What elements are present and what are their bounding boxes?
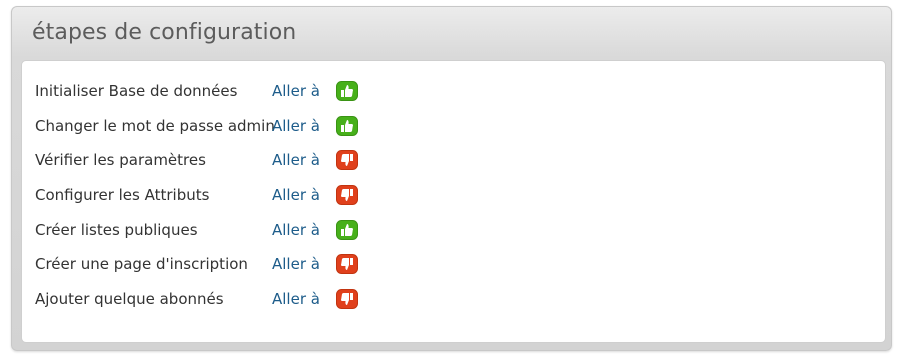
step-row: Ajouter quelque abonnés Aller à (35, 282, 358, 317)
go-to-link[interactable]: Aller à (272, 82, 336, 100)
go-to-link[interactable]: Aller à (272, 255, 336, 273)
thumbs-down-icon (336, 254, 358, 275)
steps-list: Initialiser Base de données Aller à Chan… (35, 74, 358, 316)
thumbs-up-icon (336, 219, 358, 240)
step-label: Initialiser Base de données (35, 82, 238, 101)
step-label: Ajouter quelque abonnés (35, 289, 224, 308)
step-row: Vérifier les paramètres Aller à (35, 143, 358, 178)
step-row: Configurer les Attributs Aller à (35, 178, 358, 213)
step-label: Changer le mot de passe admin (35, 116, 275, 135)
thumbs-down-icon (336, 150, 358, 171)
thumbs-up-icon (336, 81, 358, 102)
go-to-link[interactable]: Aller à (272, 117, 336, 135)
thumbs-up-icon (336, 115, 358, 136)
go-to-link[interactable]: Aller à (272, 186, 336, 204)
thumbs-down-icon (336, 185, 358, 206)
step-row: Créer une page d'inscription Aller à (35, 247, 358, 282)
thumbs-down-icon (336, 288, 358, 309)
step-row: Changer le mot de passe admin Aller à (35, 109, 358, 144)
step-row: Initialiser Base de données Aller à (35, 74, 358, 109)
panel-body: Initialiser Base de données Aller à Chan… (21, 60, 886, 343)
configuration-steps-panel: étapes de configuration Initialiser Base… (11, 6, 892, 351)
step-label: Créer listes publiques (35, 220, 198, 239)
go-to-link[interactable]: Aller à (272, 290, 336, 308)
step-label: Créer une page d'inscription (35, 255, 248, 274)
step-row: Créer listes publiques Aller à (35, 212, 358, 247)
step-label: Configurer les Attributs (35, 186, 210, 205)
panel-title: étapes de configuration (32, 20, 297, 45)
go-to-link[interactable]: Aller à (272, 221, 336, 239)
step-label: Vérifier les paramètres (35, 151, 206, 170)
go-to-link[interactable]: Aller à (272, 151, 336, 169)
